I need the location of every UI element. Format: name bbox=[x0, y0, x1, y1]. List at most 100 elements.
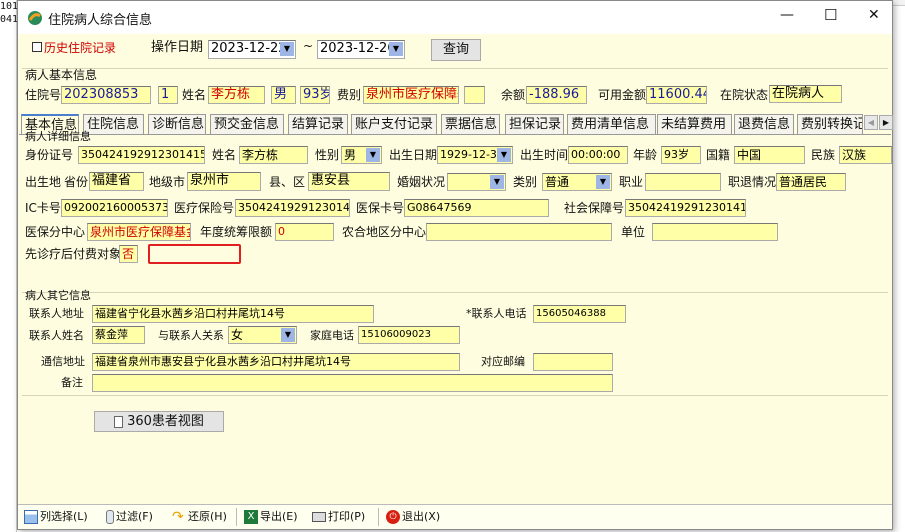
minimize-button[interactable]: — bbox=[780, 7, 794, 23]
city-field[interactable]: 泉州市 bbox=[187, 172, 261, 191]
relation-value: 女 bbox=[231, 328, 244, 342]
tab-refund[interactable]: 退费信息 bbox=[734, 114, 794, 134]
insurance-no-field[interactable]: 350424192912301415 bbox=[235, 199, 350, 217]
printer-icon bbox=[312, 512, 326, 522]
tab-fee-list[interactable]: 费用清单信息 bbox=[567, 114, 656, 134]
sex-select[interactable]: 男 ▼ bbox=[341, 146, 382, 164]
annual-label: 年度统筹限额 bbox=[200, 225, 273, 239]
category-value: 普通 bbox=[545, 175, 570, 189]
mail-addr-field[interactable]: 福建省泉州市惠安县宁化县水茜乡沿口村井尾坑14号 bbox=[92, 353, 460, 371]
remark-field[interactable] bbox=[92, 374, 613, 392]
rural-label: 农合地区分中心 bbox=[342, 225, 427, 239]
center-field[interactable]: 泉州市医疗保障基金 bbox=[87, 223, 191, 241]
home-phone-label: 家庭电话 bbox=[310, 329, 354, 342]
detail-name-field[interactable]: 李方栋 bbox=[239, 146, 308, 164]
contact-phone-field[interactable]: 15605046388 bbox=[533, 305, 626, 323]
province-field[interactable]: 福建省 bbox=[89, 172, 144, 191]
tab-account-payment[interactable]: 账户支付记录 bbox=[351, 114, 437, 134]
divider bbox=[22, 292, 888, 293]
tab-scroll-right-icon[interactable]: ▶ bbox=[879, 115, 893, 130]
filter-button[interactable]: 过滤(F) bbox=[106, 509, 153, 525]
maximize-button[interactable]: ☐ bbox=[824, 6, 837, 24]
ethnic-field[interactable]: 汉族 bbox=[839, 146, 892, 164]
chevron-down-icon: ▼ bbox=[389, 42, 403, 56]
unit-field[interactable] bbox=[652, 223, 778, 241]
contact-addr-field[interactable]: 福建省宁化县水茜乡沿口村井尾坑14号 bbox=[92, 305, 374, 323]
date-from-select[interactable]: 2023-12-22 ▼ bbox=[208, 40, 296, 59]
birth-time-label: 出生时间 bbox=[520, 148, 569, 162]
tab-receipt[interactable]: 票据信息 bbox=[441, 114, 500, 134]
window-title: 住院病人综合信息 bbox=[48, 13, 153, 28]
mail-addr-label: 通信地址 bbox=[41, 355, 85, 368]
view360-button[interactable]: 360患者视图 bbox=[94, 411, 224, 432]
title-bar[interactable]: 住院病人综合信息 — ☐ ✕ bbox=[18, 1, 892, 34]
balance-field[interactable]: -188.96 bbox=[526, 86, 587, 104]
tab-guarantee[interactable]: 担保记录 bbox=[505, 114, 564, 134]
retire-field[interactable]: 普通居民 bbox=[776, 173, 846, 191]
section-other-title: 病人其它信息 bbox=[25, 289, 91, 302]
date-to-value: 2023-12-26 bbox=[320, 41, 396, 56]
birth-select[interactable]: 1929-12-30 ▼ bbox=[437, 146, 513, 164]
admission-no-label: 住院号 bbox=[25, 88, 62, 102]
tab-deposit[interactable]: 预交金信息 bbox=[210, 114, 284, 134]
restore-button[interactable]: ↷ 还原(H) bbox=[172, 509, 227, 525]
rural-field[interactable] bbox=[426, 223, 612, 241]
exit-button[interactable]: ⏻ 退出(X) bbox=[386, 509, 440, 525]
contact-name-field[interactable]: 蔡金萍 bbox=[92, 326, 145, 344]
fee-type-field[interactable]: 泉州市医疗保障基 bbox=[363, 86, 459, 104]
date-to-select[interactable]: 2023-12-26 ▼ bbox=[317, 40, 405, 59]
tab-admission[interactable]: 住院信息 bbox=[83, 114, 144, 134]
query-button[interactable]: 查询 bbox=[431, 39, 481, 61]
admission-no-field[interactable]: 202308853 bbox=[61, 86, 151, 104]
retire-label: 职退情况 bbox=[728, 175, 777, 189]
column-select-button[interactable]: 列选择(L) bbox=[24, 509, 88, 525]
birth-time-field[interactable]: 00:00:00 bbox=[568, 146, 628, 164]
visit-count-field[interactable]: 1 bbox=[158, 86, 178, 104]
bg-text: 101 bbox=[0, 1, 19, 12]
tab-fee-conversion[interactable]: 费别转换记 bbox=[797, 114, 863, 134]
print-label: 打印(P) bbox=[328, 510, 366, 523]
name-field[interactable]: 李方栋 bbox=[208, 86, 265, 104]
document-icon bbox=[114, 415, 124, 428]
status-label: 在院状态 bbox=[720, 88, 769, 102]
power-icon: ⏻ bbox=[386, 510, 400, 524]
available-label: 可用金额 bbox=[598, 88, 647, 102]
annual-field[interactable]: 0 bbox=[275, 223, 334, 241]
insurance-card-field[interactable]: G08647569 bbox=[404, 199, 549, 217]
job-field[interactable] bbox=[645, 173, 721, 191]
home-phone-field[interactable]: 15106009023 bbox=[358, 326, 460, 344]
social-field[interactable]: 350424192912301415 bbox=[625, 199, 746, 217]
available-field[interactable]: 11600.44 bbox=[646, 86, 707, 104]
marital-label: 婚姻状况 bbox=[397, 175, 446, 189]
ic-field[interactable]: 0920021600053738 bbox=[61, 199, 168, 217]
bg-text: 0416 bbox=[0, 14, 25, 25]
nation-field[interactable]: 中国 bbox=[734, 146, 805, 164]
redo-arrow-icon: ↷ bbox=[172, 509, 184, 525]
tab-unsettled[interactable]: 未结算费用 bbox=[657, 114, 732, 134]
age-field[interactable]: 93岁 bbox=[300, 86, 330, 104]
sex-value: 男 bbox=[344, 148, 357, 162]
fee-extra-field[interactable] bbox=[464, 86, 485, 104]
history-label: 历史住院记录 bbox=[44, 41, 117, 55]
close-button[interactable]: ✕ bbox=[868, 7, 880, 23]
export-button[interactable]: X 导出(E) bbox=[244, 509, 298, 525]
zip-field[interactable] bbox=[533, 353, 613, 371]
relation-select[interactable]: 女 ▼ bbox=[228, 326, 297, 344]
deferred-field[interactable]: 否 bbox=[119, 245, 138, 263]
detail-age-field[interactable]: 93岁 bbox=[661, 146, 701, 164]
history-checkbox[interactable] bbox=[32, 42, 42, 52]
status-field[interactable]: 在院病人 bbox=[769, 85, 842, 103]
tab-diagnosis[interactable]: 诊断信息 bbox=[148, 114, 206, 134]
tab-settlement[interactable]: 结算记录 bbox=[288, 114, 348, 134]
id-field[interactable]: 350424192912301415 bbox=[78, 146, 205, 164]
print-button[interactable]: 打印(P) bbox=[312, 509, 365, 525]
sex-field[interactable]: 男 bbox=[271, 86, 296, 104]
county-field[interactable]: 惠安县 bbox=[308, 172, 390, 191]
chevron-down-icon: ▼ bbox=[281, 328, 295, 342]
tab-scroll-left-icon[interactable]: ◀ bbox=[864, 115, 878, 130]
chevron-down-icon: ▼ bbox=[497, 148, 511, 162]
birth-value: 1929-12-30 bbox=[440, 148, 504, 161]
birth-label: 出生日期 bbox=[389, 148, 438, 162]
category-select[interactable]: 普通 ▼ bbox=[542, 173, 612, 191]
marital-select[interactable]: ▼ bbox=[447, 173, 506, 191]
